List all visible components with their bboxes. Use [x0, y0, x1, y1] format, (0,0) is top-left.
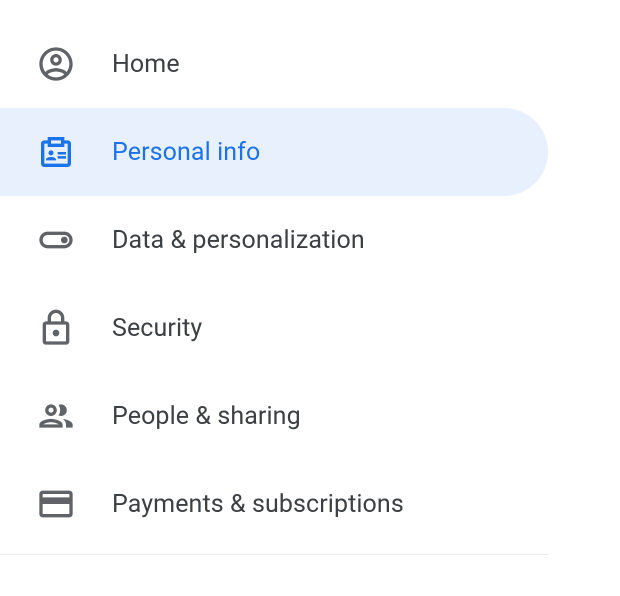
people-icon [36, 396, 76, 436]
sidebar-item-personal-info[interactable]: Personal info [0, 108, 548, 196]
sidebar-item-label: Personal info [112, 138, 260, 167]
sidebar-item-label: People & sharing [112, 402, 301, 431]
sidebar-item-data-personalization[interactable]: Data & personalization [0, 196, 548, 284]
sidebar-item-security[interactable]: Security [0, 284, 548, 372]
sidebar-nav: Home Personal info Data & personalizatio… [0, 0, 620, 555]
sidebar-item-label: Home [112, 50, 180, 79]
divider [0, 554, 548, 555]
badge-icon [36, 132, 76, 172]
sidebar-item-payments-subscriptions[interactable]: Payments & subscriptions [0, 460, 548, 548]
account-circle-icon [36, 44, 76, 84]
toggle-icon [36, 220, 76, 260]
sidebar-item-home[interactable]: Home [0, 20, 548, 108]
sidebar-item-people-sharing[interactable]: People & sharing [0, 372, 548, 460]
lock-icon [36, 308, 76, 348]
credit-card-icon [36, 484, 76, 524]
sidebar-item-label: Data & personalization [112, 226, 365, 255]
sidebar-item-label: Payments & subscriptions [112, 490, 404, 519]
sidebar-item-label: Security [112, 314, 202, 343]
